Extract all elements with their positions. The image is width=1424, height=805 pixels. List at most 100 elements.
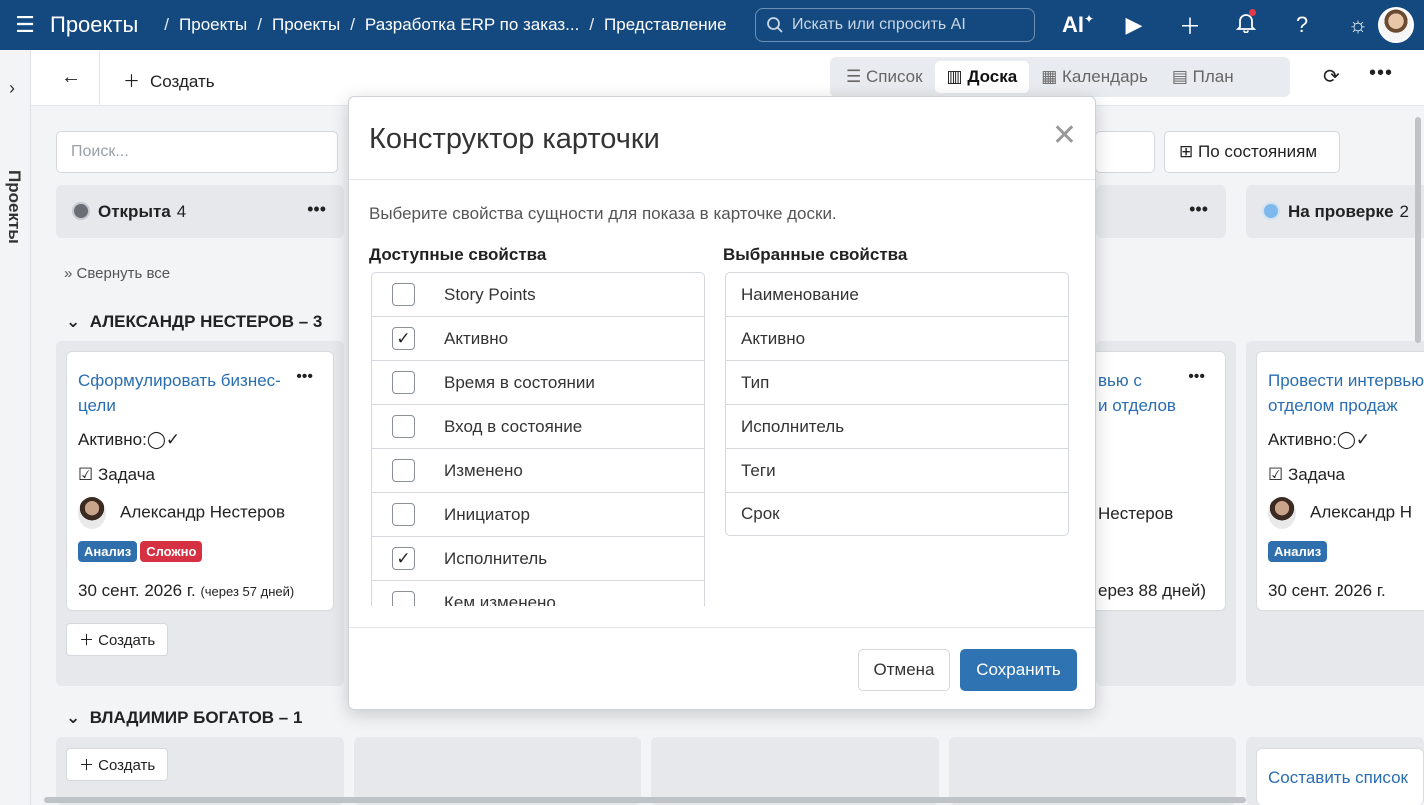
- task-card[interactable]: Сформулировать бизнес-цели ••• Активно:◯…: [66, 351, 334, 611]
- refresh-icon[interactable]: ⟳: [1323, 64, 1340, 89]
- property-option[interactable]: ✓ Активно: [372, 317, 704, 361]
- checkbox[interactable]: [392, 415, 415, 438]
- task-icon: ☑: [1268, 465, 1288, 484]
- selected-property[interactable]: Наименование: [726, 273, 1068, 317]
- view-calendar-tab[interactable]: ▦ Календарь: [1029, 61, 1160, 93]
- task-card[interactable]: Составить список: [1256, 748, 1424, 805]
- check-circle-icon: ◯✓: [1336, 430, 1371, 449]
- task-card[interactable]: вью си отделов ••• Нестеров ерез 88 дней…: [1086, 351, 1226, 611]
- swimlane-title[interactable]: ⌄ АЛЕКСАНДР НЕСТЕРОВ – 3: [66, 312, 322, 332]
- rail-label[interactable]: Проекты: [4, 170, 24, 244]
- view-label: Календарь: [1062, 67, 1148, 86]
- app-title[interactable]: Проекты: [50, 12, 138, 38]
- breadcrumb-item[interactable]: Разработка ERP по заказ...: [365, 15, 579, 35]
- save-button[interactable]: Сохранить: [960, 649, 1077, 691]
- card-title[interactable]: Составить список: [1268, 765, 1424, 790]
- breadcrumb: / Проекты / Проекты / Разработка ERP по …: [164, 15, 726, 35]
- task-card[interactable]: Провести интервью с отделом продаж Актив…: [1256, 351, 1424, 611]
- property-option[interactable]: Инициатор: [372, 493, 704, 537]
- breadcrumb-item[interactable]: Проекты: [179, 15, 247, 35]
- selected-properties-list[interactable]: Наименование Активно Тип Исполнитель Тег…: [725, 272, 1069, 536]
- property-option[interactable]: Кем изменено: [372, 581, 704, 606]
- global-search-input[interactable]: Искать или спросить AI: [755, 8, 1035, 42]
- toolbar-divider: [99, 50, 100, 106]
- column-header-open: Открыта 4 •••: [56, 185, 344, 238]
- back-arrow-icon[interactable]: ←: [61, 66, 81, 89]
- card-more-icon[interactable]: •••: [296, 368, 313, 386]
- available-properties-label: Доступные свойства: [369, 245, 547, 264]
- board-search-input[interactable]: Поиск...: [56, 131, 338, 173]
- chevron-right-icon[interactable]: ›: [9, 78, 15, 99]
- property-option[interactable]: Story Points: [372, 273, 704, 317]
- selected-property[interactable]: Активно: [726, 317, 1068, 361]
- breadcrumb-separator: /: [164, 15, 170, 34]
- chevron-down-icon: ⌄: [66, 312, 90, 331]
- checkbox[interactable]: [392, 371, 415, 394]
- breadcrumb-item-current[interactable]: Представление: [604, 15, 727, 35]
- breadcrumb-separator: /: [350, 15, 355, 34]
- vertical-scrollbar[interactable]: [1415, 117, 1421, 343]
- selected-property[interactable]: Теги: [726, 449, 1068, 493]
- ai-assistant-button[interactable]: AI✦: [1050, 12, 1106, 38]
- menu-icon[interactable]: ☰: [0, 12, 50, 38]
- checkbox[interactable]: [392, 283, 415, 306]
- card-tags: Анализ Сложно: [78, 541, 205, 562]
- view-plan-tab[interactable]: ▤ План: [1160, 61, 1246, 93]
- property-option[interactable]: Время в состоянии: [372, 361, 704, 405]
- create-button[interactable]: ＋ Создать: [123, 67, 215, 92]
- horizontal-scrollbar[interactable]: [44, 797, 1246, 803]
- card-due: 30 сент. 2026 г.: [1268, 581, 1386, 600]
- selected-property[interactable]: Тип: [726, 361, 1068, 405]
- dialog-description: Выберите свойства сущности для показа в …: [369, 204, 837, 223]
- card-tags: Анализ: [1268, 541, 1330, 562]
- more-icon[interactable]: •••: [1369, 62, 1393, 85]
- dialog-title: Конструктор карточки: [369, 123, 660, 155]
- play-icon[interactable]: ▶: [1106, 12, 1162, 38]
- cancel-button[interactable]: Отмена: [858, 649, 950, 691]
- card-more-icon[interactable]: •••: [1188, 368, 1205, 386]
- bell-icon[interactable]: [1218, 9, 1274, 39]
- close-icon[interactable]: ✕: [1052, 121, 1077, 151]
- plan-icon: ▤: [1171, 67, 1193, 86]
- swimlane-title[interactable]: ⌄ ВЛАДИМИР БОГАТОВ – 1: [66, 708, 302, 728]
- column-title: На проверке 2: [1288, 202, 1409, 221]
- selected-property[interactable]: Срок: [726, 493, 1068, 535]
- view-board-tab[interactable]: ▥ Доска: [934, 61, 1030, 93]
- view-switcher: ☰ Список ▥ Доска ▦ Календарь ▤ План: [830, 57, 1290, 97]
- collapse-all-button[interactable]: » Свернуть все: [64, 265, 170, 282]
- double-chevron-icon: »: [64, 265, 77, 282]
- search-icon: [767, 17, 783, 33]
- add-card-button[interactable]: ＋ Создать: [66, 748, 169, 781]
- user-avatar[interactable]: [1378, 7, 1414, 43]
- property-option[interactable]: Изменено: [372, 449, 704, 493]
- checkbox[interactable]: [392, 591, 415, 606]
- card-title[interactable]: Провести интервью с отделом продаж: [1268, 368, 1424, 418]
- view-label: Доска: [967, 67, 1018, 86]
- column-more-icon[interactable]: •••: [307, 199, 326, 220]
- view-list-tab[interactable]: ☰ Список: [834, 61, 935, 93]
- view-label: План: [1192, 67, 1234, 86]
- column-title: Открыта 4: [98, 202, 187, 221]
- available-properties-list[interactable]: Story Points ✓ Активно Время в состоянии …: [371, 272, 705, 606]
- dialog-divider: [349, 179, 1095, 180]
- checkbox-checked[interactable]: ✓: [392, 327, 415, 350]
- selected-property[interactable]: Исполнитель: [726, 405, 1068, 449]
- card-title[interactable]: Сформулировать бизнес-цели: [78, 368, 288, 418]
- breadcrumb-item[interactable]: Проекты: [272, 15, 340, 35]
- property-option[interactable]: Вход в состояние: [372, 405, 704, 449]
- swimlane-cell: [949, 737, 1236, 805]
- add-card-button[interactable]: ＋ Создать: [66, 623, 169, 656]
- plus-icon[interactable]: ＋: [1162, 9, 1218, 41]
- swimlane-cell: [651, 737, 939, 805]
- assignee-avatar: [1268, 497, 1296, 529]
- board-filter-input[interactable]: [1095, 131, 1155, 173]
- checkbox-checked[interactable]: ✓: [392, 547, 415, 570]
- checkbox[interactable]: [392, 503, 415, 526]
- column-more-icon[interactable]: •••: [1189, 199, 1208, 220]
- help-icon[interactable]: ?: [1274, 12, 1330, 38]
- create-label: Создать: [150, 72, 215, 91]
- checkbox[interactable]: [392, 459, 415, 482]
- task-icon: ☑: [78, 465, 98, 484]
- group-by-states-button[interactable]: ⊞ По состояниям: [1164, 131, 1340, 173]
- property-option[interactable]: ✓ Исполнитель: [372, 537, 704, 581]
